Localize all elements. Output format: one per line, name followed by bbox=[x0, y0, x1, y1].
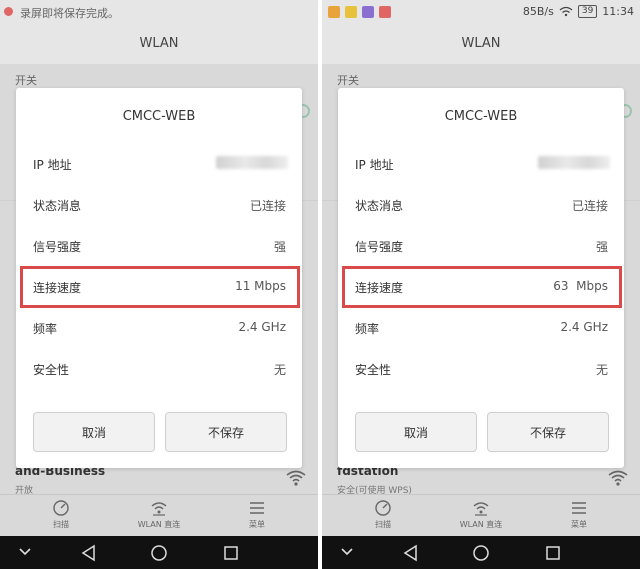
app-notification-icon bbox=[328, 6, 340, 18]
row-frequency: 频率 2.4 GHz bbox=[338, 308, 624, 348]
clock: 11:34 bbox=[602, 5, 634, 18]
row-value: 强 bbox=[273, 240, 286, 254]
home-icon[interactable] bbox=[150, 544, 168, 562]
row-value: 无 bbox=[273, 363, 286, 377]
section-label: 开关 bbox=[15, 74, 37, 87]
status-bar: 85B/s 39 11:34 bbox=[322, 0, 640, 24]
row-label: IP 地址 bbox=[33, 158, 72, 172]
app-bar: WLAN bbox=[322, 24, 640, 64]
row-value: 强 bbox=[595, 240, 608, 254]
chevron-down-icon[interactable] bbox=[18, 546, 32, 558]
wifi-status-icon bbox=[559, 6, 573, 17]
status-right: 85B/s 39 11:34 bbox=[523, 5, 634, 18]
row-label: 信号强度 bbox=[355, 240, 404, 254]
back-icon[interactable] bbox=[402, 544, 420, 562]
system-nav-bar bbox=[0, 536, 318, 569]
recents-icon[interactable] bbox=[222, 544, 240, 562]
row-label: 状态消息 bbox=[355, 199, 404, 213]
nav-menu[interactable]: 菜单 bbox=[544, 499, 614, 530]
scan-icon bbox=[53, 500, 69, 516]
network-speed: 85B/s bbox=[522, 5, 554, 18]
battery-level: 39 bbox=[577, 5, 598, 18]
wlan-direct-icon bbox=[151, 502, 167, 516]
row-label: 频率 bbox=[355, 322, 380, 336]
chevron-down-icon[interactable] bbox=[340, 546, 354, 558]
nav-menu-label: 菜单 bbox=[571, 520, 587, 529]
app-notification-icon bbox=[345, 6, 357, 18]
nav-wlan-direct[interactable]: WLAN 直连 bbox=[124, 499, 194, 530]
nav-menu[interactable]: 菜单 bbox=[222, 499, 292, 530]
app-notification-icon bbox=[379, 6, 391, 18]
home-icon[interactable] bbox=[472, 544, 490, 562]
row-status: 状态消息 已连接 bbox=[338, 185, 624, 225]
nav-menu-label: 菜单 bbox=[249, 520, 265, 529]
page-title: WLAN bbox=[461, 36, 501, 51]
app-notification-icon bbox=[362, 6, 374, 18]
notification-icons bbox=[328, 6, 391, 18]
nav-wlan-direct-label: WLAN 直连 bbox=[459, 520, 503, 529]
scan-icon bbox=[375, 500, 391, 516]
nav-wlan-direct[interactable]: WLAN 直连 bbox=[446, 499, 516, 530]
row-security: 安全性 无 bbox=[16, 349, 302, 389]
row-status: 状态消息 已连接 bbox=[16, 185, 302, 225]
row-label: 状态消息 bbox=[33, 199, 82, 213]
back-icon[interactable] bbox=[80, 544, 98, 562]
left-screenshot: 录屏即将保存完成。 WLAN 开关 and-Business 开放 扫描 WLA… bbox=[0, 0, 318, 569]
speed-highlight-box bbox=[342, 266, 622, 308]
wifi-signal-icon bbox=[608, 470, 628, 486]
status-bar: 录屏即将保存完成。 bbox=[0, 0, 318, 24]
row-ip: IP 地址 bbox=[16, 144, 302, 184]
row-value: 已连接 bbox=[571, 199, 608, 213]
nav-scan[interactable]: 扫描 bbox=[26, 499, 96, 530]
ip-address-blurred bbox=[216, 156, 288, 169]
app-bar: WLAN bbox=[0, 24, 318, 64]
row-value: 2.4 GHz bbox=[238, 320, 286, 334]
dialog-title: CMCC-WEB bbox=[444, 109, 518, 124]
row-label: IP 地址 bbox=[355, 158, 394, 172]
status-notification: 录屏即将保存完成。 bbox=[20, 7, 119, 20]
page-title: WLAN bbox=[139, 36, 179, 51]
wlan-direct-icon bbox=[473, 502, 489, 516]
forget-network-button[interactable]: 不保存 bbox=[165, 412, 287, 452]
section-label: 开关 bbox=[337, 74, 359, 87]
nav-scan-label: 扫描 bbox=[375, 520, 391, 529]
bottom-nav: 扫描 WLAN 直连 菜单 bbox=[0, 494, 318, 536]
row-label: 频率 bbox=[33, 322, 58, 336]
dialog-title: CMCC-WEB bbox=[122, 109, 196, 124]
recents-icon[interactable] bbox=[544, 544, 562, 562]
row-label: 信号强度 bbox=[33, 240, 82, 254]
bottom-nav: 扫描 WLAN 直连 菜单 bbox=[322, 494, 640, 536]
record-indicator-icon bbox=[4, 7, 13, 16]
nav-scan[interactable]: 扫描 bbox=[348, 499, 418, 530]
system-nav-bar bbox=[322, 536, 640, 569]
row-value: 无 bbox=[595, 363, 608, 377]
nav-scan-label: 扫描 bbox=[53, 520, 69, 529]
row-value: 2.4 GHz bbox=[560, 320, 608, 334]
network-info-dialog: CMCC-WEB IP 地址 状态消息 已连接 信号强度 强 连接速度 11 M… bbox=[16, 88, 302, 468]
row-value: 已连接 bbox=[249, 199, 286, 213]
ip-address-blurred bbox=[538, 156, 610, 169]
network-info-dialog: CMCC-WEB IP 地址 状态消息 已连接 信号强度 强 连接速度 63 M… bbox=[338, 88, 624, 468]
cancel-button[interactable]: 取消 bbox=[33, 412, 155, 452]
row-label: 安全性 bbox=[33, 363, 70, 377]
row-ip: IP 地址 bbox=[338, 144, 624, 184]
row-signal: 信号强度 强 bbox=[338, 226, 624, 266]
nav-wlan-direct-label: WLAN 直连 bbox=[137, 520, 181, 529]
menu-icon bbox=[250, 502, 264, 514]
row-label: 安全性 bbox=[355, 363, 392, 377]
speed-highlight-box bbox=[20, 266, 300, 308]
wifi-signal-icon bbox=[286, 470, 306, 486]
forget-network-button[interactable]: 不保存 bbox=[487, 412, 609, 452]
row-frequency: 频率 2.4 GHz bbox=[16, 308, 302, 348]
right-screenshot: 85B/s 39 11:34 WLAN 开关 fdstation 安全(可使用 … bbox=[322, 0, 640, 569]
cancel-button[interactable]: 取消 bbox=[355, 412, 477, 452]
menu-icon bbox=[572, 502, 586, 514]
row-security: 安全性 无 bbox=[338, 349, 624, 389]
row-signal: 信号强度 强 bbox=[16, 226, 302, 266]
